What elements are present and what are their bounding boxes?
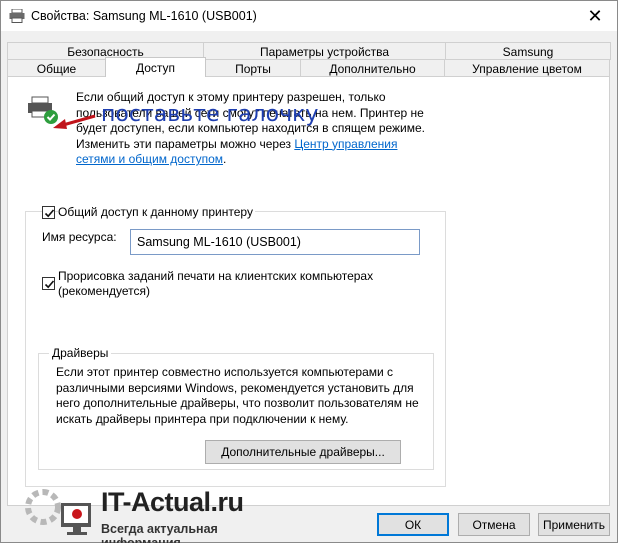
tab-samsung[interactable]: Samsung: [445, 42, 611, 60]
tab-advanced[interactable]: Дополнительно: [300, 59, 445, 77]
watermark-subtitle: Всегда актуальная информация: [101, 522, 218, 543]
annotation-text: поставьте галочку: [101, 102, 319, 127]
share-checkbox-label[interactable]: Общий доступ к данному принтеру: [58, 205, 255, 220]
window-title: Свойства: Samsung ML-1610 (USB001): [31, 9, 257, 23]
render-jobs-label[interactable]: Прорисовка заданий печати на клиентских …: [58, 269, 388, 299]
drivers-description: Если этот принтер совместно используется…: [56, 365, 419, 426]
additional-drivers-button[interactable]: Дополнительные драйверы...: [205, 440, 401, 464]
title-bar: Свойства: Samsung ML-1610 (USB001) ✕: [1, 1, 617, 31]
info-suffix: .: [223, 152, 227, 166]
watermark-title: IT-Actual.ru: [101, 487, 244, 517]
checkmark-icon: [44, 209, 55, 218]
apply-button[interactable]: Применить: [538, 513, 610, 536]
tab-ports[interactable]: Порты: [205, 59, 301, 77]
it-actual-logo-icon: [25, 489, 91, 535]
tab-color-management[interactable]: Управление цветом: [444, 59, 610, 77]
resource-name-input[interactable]: Samsung ML-1610 (USB001): [130, 229, 420, 255]
printer-icon: [9, 9, 25, 23]
cancel-button[interactable]: Отмена: [458, 513, 530, 536]
watermark: IT-Actual.ru Всегда актуальная информаци…: [21, 481, 281, 543]
drivers-group-title: Драйверы: [49, 346, 112, 360]
tab-general[interactable]: Общие: [7, 59, 106, 77]
share-checkbox[interactable]: [42, 206, 55, 219]
close-icon: ✕: [587, 5, 603, 26]
resource-name-label: Имя ресурса:: [42, 230, 117, 244]
tab-device-settings[interactable]: Параметры устройства: [203, 42, 446, 60]
render-jobs-checkbox[interactable]: [42, 277, 55, 290]
ok-button[interactable]: ОК: [377, 513, 449, 536]
tab-row-front: Общие Доступ Порты Дополнительно Управле…: [7, 57, 610, 77]
tab-sharing[interactable]: Доступ: [105, 57, 206, 77]
checkmark-icon: [44, 280, 55, 289]
red-arrow-icon: [53, 114, 96, 129]
properties-window: Свойства: Samsung ML-1610 (USB001) ✕ Без…: [0, 0, 618, 543]
close-button[interactable]: ✕: [573, 1, 617, 31]
tab-row-back: Безопасность Параметры устройства Samsun…: [7, 42, 611, 60]
